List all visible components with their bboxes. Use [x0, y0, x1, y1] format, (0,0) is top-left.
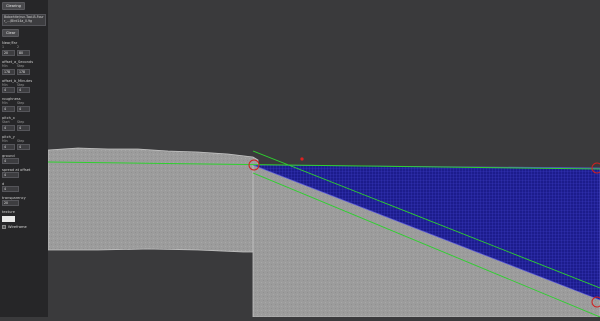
param-group-ground: ground 4 [2, 154, 46, 164]
param-group-pitch-x: pitch_x Start 4 Step 4 [2, 116, 46, 131]
param-label: offset_a_Seconds [2, 59, 34, 64]
param-group-transparency: transparency 20 [2, 196, 46, 207]
param-input[interactable]: 4 [2, 171, 19, 178]
param-label: offset_b_Minutes [2, 78, 33, 83]
scene-canvas[interactable] [47, 0, 600, 318]
param-group-roughness: roughness Min 4 Step 4 [2, 97, 46, 113]
param-label: texture [2, 210, 15, 215]
param-group-near-far: Near/Far 1 20 2 80 [2, 41, 46, 56]
param-label: pitch_y [2, 134, 15, 139]
param-input[interactable]: 4 [2, 186, 19, 193]
param-label: spread at offset [2, 167, 31, 172]
param-input[interactable]: 80 [17, 49, 30, 56]
param-input[interactable]: 178 [2, 68, 15, 75]
param-input[interactable]: 20 [2, 49, 15, 56]
param-input[interactable]: 4 [2, 157, 19, 164]
checkbox-icon[interactable] [2, 225, 6, 230]
param-label: ground [2, 153, 15, 158]
param-input[interactable]: 4 [17, 87, 30, 94]
param-label: Near/Far [2, 40, 18, 45]
param-group-offset-a: offset_a_Seconds Min 178 Step 178 [2, 60, 46, 75]
control-panel: Clearing Bobwhite/run-Tool-B-Fourr_.../B… [0, 0, 48, 317]
color-swatch[interactable] [2, 216, 15, 223]
param-label: transparency [2, 196, 26, 201]
param-input[interactable]: 178 [17, 68, 30, 75]
param-input[interactable]: 4 [17, 143, 30, 150]
param-input[interactable]: 4 [2, 106, 15, 113]
param-group-d: d 4 [2, 182, 46, 193]
param-group-spread: spread at offset 4 [2, 168, 46, 178]
param-group-offset-b: offset_b_Minutes Min 4 Step 4 [2, 79, 46, 94]
param-label: roughness [2, 97, 21, 102]
param-group-pitch-y: pitch_y Min 4 Step 4 [2, 135, 46, 150]
param-group-texture: texture [2, 210, 46, 223]
wireframe-toggle[interactable]: Wireframe [2, 225, 46, 230]
checkbox-label: Wireframe [8, 225, 27, 230]
target-marker[interactable] [300, 157, 304, 161]
param-input[interactable]: 4 [17, 106, 30, 113]
param-input[interactable]: 4 [2, 143, 15, 150]
param-input[interactable]: 4 [2, 124, 15, 131]
param-input[interactable]: 4 [2, 87, 15, 94]
param-input[interactable]: 4 [17, 124, 30, 131]
clearing-button[interactable]: Clearing [2, 2, 25, 11]
load-button[interactable]: Clear [2, 28, 20, 37]
param-input[interactable]: 20 [2, 200, 19, 207]
file-path-field[interactable]: Bobwhite/run-Tool-B-Fourr_.../Bird14a_0.… [2, 14, 46, 26]
3d-viewport[interactable] [47, 0, 600, 318]
